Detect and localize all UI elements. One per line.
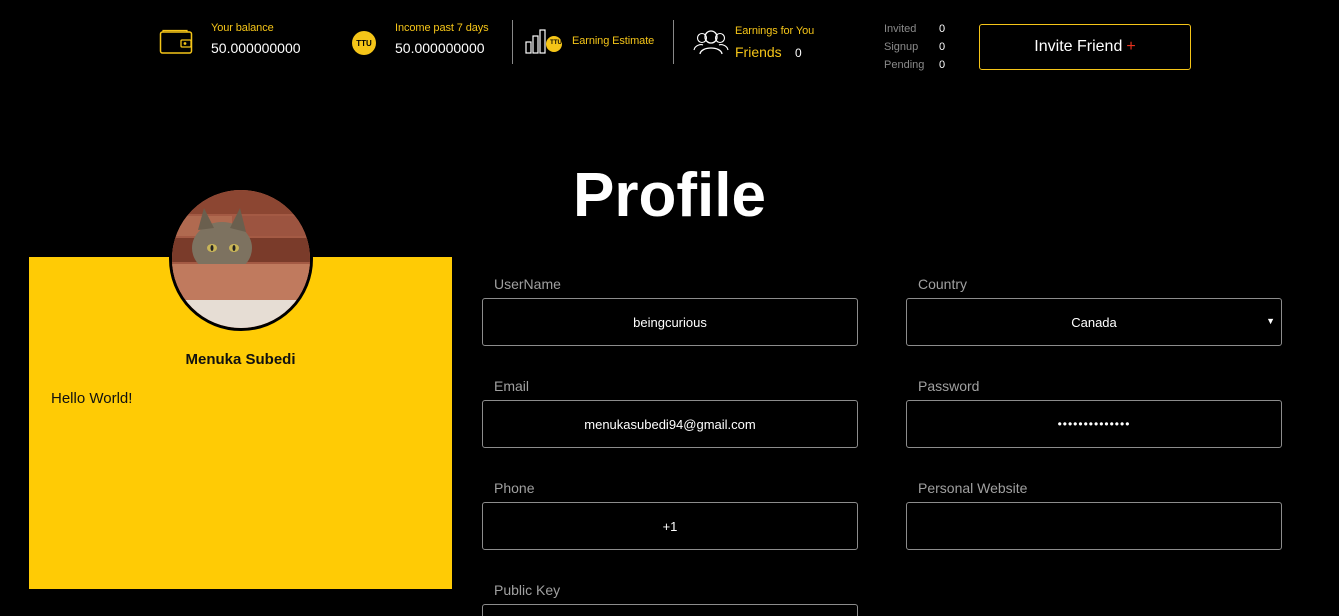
profile-bio: Hello World! (51, 390, 133, 407)
cat-photo-image (172, 190, 310, 328)
invited-label: Invited (884, 23, 917, 35)
email-label: Email (494, 378, 530, 394)
signup-value: 0 (939, 41, 946, 53)
ttu-coin-icon: TTU (352, 31, 376, 55)
password-label: Password (918, 378, 980, 394)
email-input[interactable]: menukasubedi94@gmail.com (482, 400, 858, 448)
public-key-input[interactable] (482, 604, 858, 616)
country-label: Country (918, 276, 968, 292)
website-label: Personal Website (918, 480, 1028, 496)
friends-icon (693, 28, 729, 61)
plus-icon: + (1126, 38, 1136, 55)
phone-label: Phone (494, 480, 535, 496)
invite-friend-label: Invite Friend (1034, 38, 1123, 55)
income-label: Income past 7 days (395, 22, 489, 34)
profile-name: Menuka Subedi (185, 351, 296, 368)
signup-label: Signup (884, 41, 919, 53)
pending-value: 0 (939, 59, 946, 71)
phone-input[interactable]: +1 (482, 502, 858, 550)
earning-estimate-label[interactable]: Earning Estimate (572, 35, 654, 47)
estimate-coin-text: TTU (550, 40, 562, 46)
caret-down-icon: ▼ (1266, 316, 1275, 326)
wallet-icon (159, 29, 193, 60)
country-selected-value: Canada (1071, 314, 1117, 330)
ttu-coin-text: TTU (356, 38, 372, 48)
friends-label: Friends (735, 44, 782, 60)
friends-value: 0 (795, 46, 802, 60)
username-label: UserName (494, 276, 561, 292)
income-value: 50.000000000 (395, 40, 485, 56)
public-key-label: Public Key (494, 582, 561, 598)
divider (673, 20, 674, 64)
earnings-label: Earnings for You (735, 25, 815, 37)
password-input[interactable]: •••••••••••••• (906, 400, 1282, 448)
country-select[interactable]: Canada ▼ (906, 298, 1282, 346)
balance-value: 50.000000000 (211, 40, 301, 56)
website-input[interactable] (906, 502, 1282, 550)
username-input[interactable]: beingcurious (482, 298, 858, 346)
pending-label: Pending (884, 59, 925, 71)
divider (512, 20, 513, 64)
avatar[interactable] (169, 187, 313, 331)
invited-value: 0 (939, 23, 946, 35)
invite-friend-button[interactable]: Invite Friend + (979, 24, 1191, 70)
balance-label: Your balance (211, 22, 274, 34)
